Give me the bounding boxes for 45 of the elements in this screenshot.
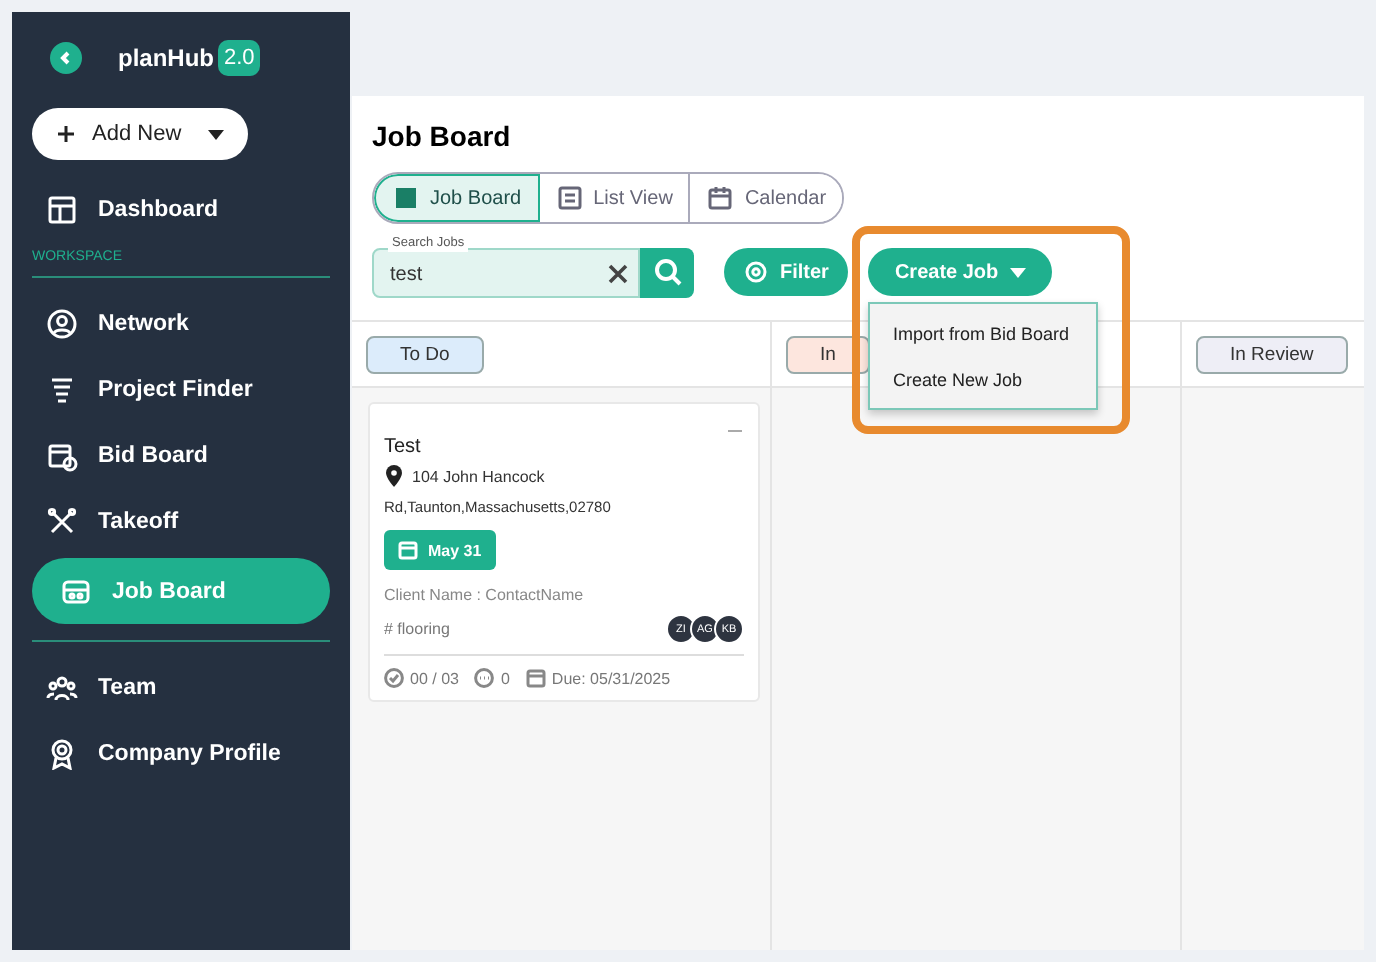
status-badge: To Do [366,335,484,373]
page-title: Job Board [372,120,513,152]
due-date: Due: 05/31/2025 [525,668,671,688]
sidebar-item[interactable]: Project Finder [32,356,330,422]
view-tab[interactable]: Job Board [374,174,540,222]
logo-text: planHub [118,44,214,72]
calendar-icon [706,184,735,212]
plus-icon [56,124,76,144]
date-badge: May 31 [384,530,496,570]
calendar-clock-icon [46,439,78,471]
calendar-icon [525,668,546,688]
people-icon [46,671,78,703]
card-title: Test [384,436,423,458]
check-circle-icon [384,668,404,688]
user-circle-icon [46,307,78,339]
sidebar-item[interactable]: Team [32,654,330,720]
stack-icon [46,373,78,405]
sidebar-item[interactable]: Takeoff [32,488,330,554]
add-new-button[interactable]: Add New [32,108,248,160]
search-field[interactable]: test [372,247,640,297]
calendar-icon [398,540,418,560]
chat-bubble-icon [474,668,495,688]
menu-item[interactable]: Create New Job [870,356,1097,402]
task-count: 00 / 03 [384,668,459,688]
sidebar-item[interactable]: Company Profile [32,720,330,786]
comment-count: 0 [474,668,510,688]
crossed-tools-icon [46,505,78,537]
sidebar-item[interactable]: Dashboard [32,176,330,242]
caret-icon [1010,267,1027,277]
sidebar-item[interactable]: Bid Board [32,422,330,488]
tag-text: # flooring [384,620,450,638]
menu-item[interactable]: Import from Bid Board [870,310,1097,356]
client-name: Client Name : ContactName [384,586,586,604]
address-text: 104 John Hancock [412,467,545,485]
search-button[interactable] [640,247,694,297]
clear-icon [608,263,628,283]
location-pin-icon [384,464,404,488]
sidebar-item[interactable]: Network [32,290,330,356]
list-icon [555,184,584,212]
award-icon [46,737,78,769]
grid-icon [46,193,78,225]
caret-icon [208,129,224,139]
version-badge: 2.0 [218,40,261,76]
search-icon [653,258,681,286]
status-badge: In Review [1196,335,1348,373]
